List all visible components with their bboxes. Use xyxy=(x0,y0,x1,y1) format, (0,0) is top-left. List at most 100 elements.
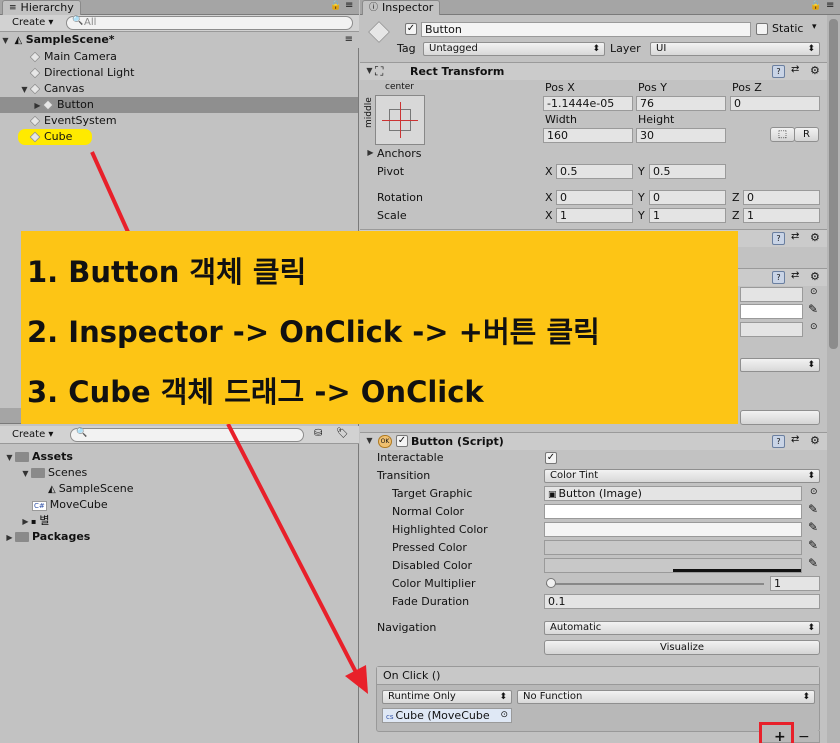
expand-icon[interactable]: ▼ xyxy=(20,466,31,482)
hierarchy-item[interactable]: Directional Light xyxy=(29,65,134,81)
search-input[interactable]: 🔍 All xyxy=(66,16,353,30)
eyedropper-icon[interactable]: ✎ xyxy=(808,502,818,516)
scale-x-field[interactable]: 1 xyxy=(556,208,633,223)
hierarchy-item[interactable]: EventSystem xyxy=(29,113,117,129)
project-item[interactable]: ▶ Packages xyxy=(4,529,90,545)
navigation-dropdown[interactable]: Automatic xyxy=(544,621,820,635)
layer-dropdown[interactable]: UI xyxy=(650,42,820,56)
pivot-y-field[interactable]: 0.5 xyxy=(649,164,726,179)
menu-icon[interactable]: ≡ xyxy=(345,0,353,11)
height-field[interactable]: 30 xyxy=(636,128,726,143)
eyedropper-icon[interactable]: ✎ xyxy=(808,520,818,534)
pressed-color-field[interactable] xyxy=(544,540,802,555)
visualize-button[interactable]: Visualize xyxy=(544,640,820,655)
pivot-x-field[interactable]: 0.5 xyxy=(556,164,633,179)
gear-icon[interactable]: ⚙ xyxy=(810,231,820,244)
scene-row[interactable]: ▼ ◭ SampleScene* ≡ xyxy=(0,32,359,48)
collapse-icon[interactable]: ▶ xyxy=(4,530,15,546)
scale-y-field[interactable]: 1 xyxy=(649,208,726,223)
anchors-expand-icon[interactable]: ▶ xyxy=(365,148,376,157)
anchor-preset-button[interactable] xyxy=(375,95,425,145)
hierarchy-item-cube[interactable]: Cube xyxy=(18,129,92,145)
button-script-header[interactable]: ▼ OK ✓ Button (Script) ? ⇄ ⚙ xyxy=(360,432,827,450)
image-source-field[interactable] xyxy=(740,287,803,302)
preset-icon[interactable]: ⇄ xyxy=(791,270,799,281)
transition-dropdown[interactable]: Color Tint xyxy=(544,469,820,483)
static-dropdown-icon[interactable]: ▾ xyxy=(812,22,817,32)
filter-type-icon[interactable]: ⛁ xyxy=(314,428,322,439)
expand-icon[interactable]: ▼ xyxy=(364,436,375,445)
preset-icon[interactable]: ⇄ xyxy=(791,434,799,445)
expand-icon[interactable]: ▼ xyxy=(4,450,15,466)
fade-duration-field[interactable]: 0.1 xyxy=(544,594,820,609)
rot-x-field[interactable]: 0 xyxy=(556,190,633,205)
object-picker-icon[interactable]: ⊙ xyxy=(810,487,818,497)
interactable-checkbox[interactable]: ✓ xyxy=(545,452,557,464)
function-dropdown[interactable]: No Function xyxy=(517,690,815,704)
scrollbar-thumb[interactable] xyxy=(829,19,838,349)
expand-icon[interactable]: ▼ xyxy=(0,33,11,49)
help-icon[interactable]: ? xyxy=(772,65,785,78)
raw-edit-button[interactable]: R xyxy=(794,127,819,142)
help-icon[interactable]: ? xyxy=(772,435,785,448)
component-enabled-checkbox[interactable]: ✓ xyxy=(396,435,408,447)
project-item[interactable]: C# MoveCube xyxy=(32,497,108,513)
lock-icon[interactable]: 🔒 xyxy=(810,1,821,11)
remove-listener-button[interactable]: − xyxy=(798,730,810,743)
filter-label-icon[interactable]: 🏷 xyxy=(336,428,349,439)
hierarchy-item[interactable]: ▼ Canvas xyxy=(19,81,84,97)
hierarchy-tab[interactable]: ≡ Hierarchy xyxy=(2,0,81,15)
rot-y-field[interactable]: 0 xyxy=(649,190,726,205)
inspector-tab[interactable]: ⓘ Inspector xyxy=(362,0,441,15)
help-icon[interactable]: ? xyxy=(772,232,785,245)
rect-transform-header[interactable]: ▼ ⛶ Rect Transform ? ⇄ ⚙ xyxy=(360,62,827,80)
pos-y-field[interactable]: 76 xyxy=(636,96,726,111)
pos-z-field[interactable]: 0 xyxy=(730,96,820,111)
color-multiplier-slider[interactable] xyxy=(546,578,764,590)
slider-thumb[interactable] xyxy=(546,578,556,588)
scale-z-field[interactable]: 1 xyxy=(743,208,820,223)
expand-icon[interactable]: ▼ xyxy=(19,82,30,98)
eyedropper-icon[interactable]: ✎ xyxy=(808,556,818,570)
object-picker-icon[interactable]: ⊙ xyxy=(810,287,818,297)
rot-z-field[interactable]: 0 xyxy=(743,190,820,205)
project-search-input[interactable]: 🔍 xyxy=(70,428,304,442)
highlighted-color-field[interactable] xyxy=(544,522,802,537)
preset-icon[interactable]: ⇄ xyxy=(791,231,799,242)
pos-x-field[interactable]: -1.1444e-05 xyxy=(543,96,633,111)
disabled-color-field[interactable] xyxy=(544,558,802,573)
project-item[interactable]: ▼ Assets xyxy=(4,449,72,466)
eyedropper-icon[interactable]: ✎ xyxy=(808,538,818,552)
gear-icon[interactable]: ⚙ xyxy=(810,270,820,283)
collapse-icon[interactable]: ▶ xyxy=(20,514,31,530)
help-icon[interactable]: ? xyxy=(772,271,785,284)
project-item[interactable]: ◭ SampleScene xyxy=(48,481,134,497)
object-name-field[interactable]: Button xyxy=(421,22,751,37)
object-picker-icon[interactable]: ⊙ xyxy=(500,709,508,722)
menu-icon[interactable]: ≡ xyxy=(345,32,353,48)
project-item[interactable]: ▼ Scenes xyxy=(20,465,87,481)
collapse-icon[interactable]: ▶ xyxy=(32,98,43,114)
preset-icon[interactable]: ⇄ xyxy=(791,64,799,75)
create-dropdown[interactable]: Create ▾ xyxy=(8,16,57,30)
expand-icon[interactable]: ▼ xyxy=(364,66,375,75)
active-checkbox[interactable]: ✓ xyxy=(405,23,417,35)
object-picker-icon[interactable]: ⊙ xyxy=(810,322,818,332)
blueprint-mode-button[interactable]: ⬚ xyxy=(770,127,795,142)
tag-dropdown[interactable]: Untagged xyxy=(423,42,605,56)
lock-icon[interactable]: 🔒 xyxy=(330,1,341,11)
target-object-field[interactable]: cs Cube (MoveCube ⊙ xyxy=(382,708,512,723)
project-item[interactable]: ▶ ▪ 별 xyxy=(20,513,49,530)
set-native-size-button[interactable] xyxy=(740,410,820,425)
gear-icon[interactable]: ⚙ xyxy=(810,64,820,77)
create-dropdown[interactable]: Create ▾ xyxy=(8,428,57,442)
image-type-dropdown[interactable] xyxy=(740,358,820,372)
target-graphic-field[interactable]: ▣ Button (Image) xyxy=(544,486,802,501)
width-field[interactable]: 160 xyxy=(543,128,633,143)
inspector-scrollbar[interactable] xyxy=(827,15,840,743)
gear-icon[interactable]: ⚙ xyxy=(810,434,820,447)
eyedropper-icon[interactable]: ✎ xyxy=(808,302,818,316)
runtime-dropdown[interactable]: Runtime Only xyxy=(382,690,512,704)
color-multiplier-field[interactable]: 1 xyxy=(770,576,820,591)
hierarchy-item-selected[interactable]: ▶ Button xyxy=(0,97,358,113)
